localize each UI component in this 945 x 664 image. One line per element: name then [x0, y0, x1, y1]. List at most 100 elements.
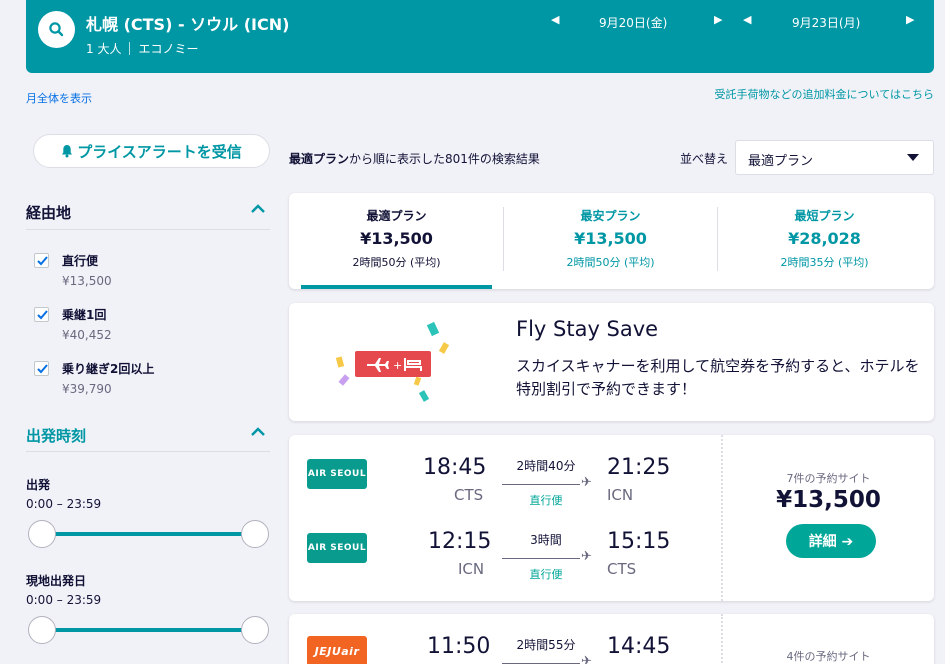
sort-select[interactable]: 最適プラン: [735, 140, 934, 175]
outbound-slider-max-handle[interactable]: [241, 520, 269, 548]
tab-cheapest-duration: 2時間50分 (平均): [566, 256, 655, 269]
results-summary: 最適プランから順に表示した801件の検索結果: [289, 150, 540, 167]
outbound-slider-track[interactable]: [42, 532, 255, 536]
booking-sites-count: 4件の予約サイト: [786, 650, 871, 663]
depart-date[interactable]: 9月20日(金): [599, 14, 667, 31]
depart-date-prev-button[interactable]: ◀: [551, 13, 559, 26]
airplane-icon: ✈: [581, 549, 592, 564]
cabin-class: エコノミー: [138, 42, 199, 56]
stops-direct-label: 直行便: [62, 254, 99, 268]
results-count-text: から順に表示した801件の検索結果: [349, 152, 540, 166]
chevron-down-icon: [907, 154, 919, 161]
outbound-depart-time: 11:50: [427, 634, 491, 659]
depart-time-collapse-icon[interactable]: [250, 425, 266, 441]
return-arrive-code: CTS: [607, 560, 637, 578]
divider: [26, 451, 270, 452]
return-time-range: 0:00 – 23:59: [26, 593, 102, 607]
booking-sites-count: 7件の予約サイト: [786, 472, 871, 485]
airline-logo: AIR SEOUL: [307, 533, 367, 563]
search-icon: [49, 22, 64, 37]
outbound-stops: 直行便: [529, 494, 563, 507]
tab-cheapest-label: 最安プラン: [580, 209, 641, 223]
tab-fastest-duration: 2時間35分 (平均): [780, 256, 869, 269]
outbound-time-label: 出発: [26, 478, 51, 492]
airplane-icon: ✈: [581, 475, 592, 490]
return-slider-max-handle[interactable]: [241, 616, 269, 644]
tab-best-price: ¥13,500: [360, 229, 433, 248]
svg-text:+: +: [393, 359, 402, 372]
flight-line: [502, 558, 580, 559]
stops-filter-title: 経由地: [26, 204, 72, 222]
results-sort-name: 最適プラン: [289, 152, 350, 166]
tab-best-duration: 2時間50分 (平均): [352, 256, 441, 269]
tab-fastest-label: 最短プラン: [794, 209, 855, 223]
show-whole-month-link[interactable]: 月全体を表示: [26, 90, 92, 106]
sort-label: 並べ替え: [680, 152, 729, 166]
divider: [26, 229, 270, 230]
flight-result-card[interactable]: AIR SEOUL 18:45 CTS 2時間40分 ✈ 直行便 21:25 I…: [289, 435, 934, 601]
outbound-arrive-time: 14:45: [607, 634, 671, 659]
search-button[interactable]: [38, 11, 75, 48]
tab-best[interactable]: 最適プラン ¥13,500 2時間50分 (平均): [301, 193, 492, 288]
stops-direct-price: ¥13,500: [62, 274, 112, 288]
divider: [717, 207, 718, 271]
passenger-count: 1 大人: [86, 42, 122, 56]
route-title: 札幌 (CTS) - ソウル (ICN): [86, 15, 290, 34]
flight-line: [502, 484, 580, 485]
outbound-arrive-code: ICN: [607, 486, 634, 504]
stops-one-checkbox[interactable]: [34, 307, 49, 322]
sort-tabs: 最適プラン ¥13,500 2時間50分 (平均) 最安プラン ¥13,500 …: [289, 193, 934, 289]
price-alert-label: プライスアラートを受信: [77, 142, 242, 161]
return-time-label: 現地出発日: [26, 574, 87, 588]
price-alert-button[interactable]: プライスアラートを受信: [33, 134, 270, 168]
stops-two-plus-price: ¥39,790: [62, 382, 112, 396]
outbound-time-range: 0:00 – 23:59: [26, 497, 102, 511]
return-slider-track[interactable]: [42, 628, 255, 632]
tab-cheapest[interactable]: 最安プラン ¥13,500 2時間50分 (平均): [515, 193, 706, 288]
airline-logo: AIR SEOUL: [307, 459, 367, 489]
depart-date-next-button[interactable]: ▶: [714, 13, 722, 26]
airline-logo: JEJUair: [307, 636, 367, 664]
divider: [721, 435, 723, 601]
stops-one-price: ¥40,452: [62, 328, 112, 342]
flight-result-card[interactable]: JEJUair 11:50 2時間55分 ✈ 14:45 4件の予約サイト: [289, 614, 934, 664]
depart-time-filter-title: 出発時刻: [26, 427, 87, 445]
tab-best-label: 最適プラン: [366, 209, 427, 223]
airplane-icon: ✈: [581, 654, 592, 664]
return-depart-code: ICN: [458, 560, 485, 578]
return-arrive-time: 15:15: [607, 529, 671, 554]
stops-direct-checkbox[interactable]: [34, 253, 49, 268]
stops-two-plus-label: 乗り継ぎ2回以上: [62, 362, 155, 376]
return-depart-time: 12:15: [428, 529, 492, 554]
return-slider-min-handle[interactable]: [28, 616, 56, 644]
return-date[interactable]: 9月23日(月): [792, 14, 860, 31]
bell-icon: [62, 145, 73, 158]
flight-hotel-illustration-icon: +: [335, 321, 450, 402]
tab-cheapest-price: ¥13,500: [574, 229, 647, 248]
check-icon: [37, 256, 48, 266]
check-icon: [37, 310, 48, 320]
flight-price: ¥13,500: [776, 487, 881, 513]
sort-selected-value: 最適プラン: [748, 154, 814, 169]
promo-title: Fly Stay Save: [516, 317, 659, 341]
tab-fastest[interactable]: 最短プラン ¥28,028 2時間35分 (平均): [729, 193, 920, 288]
outbound-duration: 2時間55分: [516, 638, 576, 652]
outbound-depart-code: CTS: [454, 486, 484, 504]
return-date-prev-button[interactable]: ◀: [743, 13, 751, 26]
check-icon: [37, 364, 48, 374]
search-summary-bar[interactable]: 札幌 (CTS) - ソウル (ICN) 1 大人 エコノミー ◀ 9月20日(金…: [26, 0, 934, 73]
divider: [503, 207, 504, 271]
stops-filter-collapse-icon[interactable]: [250, 202, 266, 218]
fly-stay-save-promo[interactable]: + Fly Stay Save スカイスキャナーを利用して航空券を予約すると、ホ…: [289, 303, 934, 421]
outbound-slider-min-handle[interactable]: [28, 520, 56, 548]
search-details: 1 大人 エコノミー: [86, 40, 198, 57]
return-date-next-button[interactable]: ▶: [906, 13, 914, 26]
return-stops: 直行便: [529, 568, 563, 581]
promo-body: スカイスキャナーを利用して航空券を予約すると、ホテルを特別割引で予約できます！: [516, 357, 920, 398]
details-button[interactable]: 詳細 ➔: [786, 524, 876, 558]
outbound-duration: 2時間40分: [516, 459, 576, 473]
outbound-arrive-time: 21:25: [607, 455, 671, 480]
stops-two-plus-checkbox[interactable]: [34, 361, 49, 376]
baggage-fees-link[interactable]: 受託手荷物などの追加料金についてはこちら: [715, 86, 934, 102]
tab-fastest-price: ¥28,028: [788, 229, 861, 248]
